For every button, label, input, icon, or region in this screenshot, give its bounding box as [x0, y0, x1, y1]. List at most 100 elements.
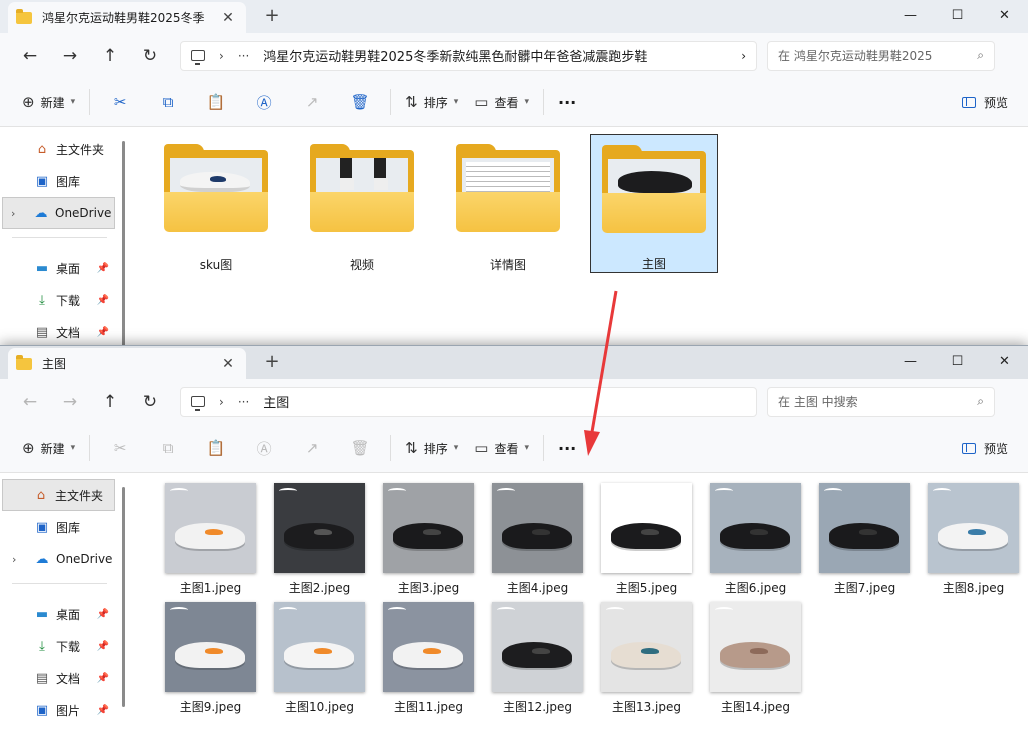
sidebar-item-gallery[interactable]: ▣ 图库: [0, 165, 125, 197]
sidebar-item-downloads[interactable]: ⤓ 下载 📌: [0, 284, 125, 316]
rename-icon[interactable]: Ⓐ: [240, 433, 288, 463]
file-name: 主图7.jpeg: [833, 581, 896, 595]
sort-button[interactable]: ⇅ 排序 ▾: [397, 87, 466, 117]
rename-icon[interactable]: Ⓐ: [240, 87, 288, 117]
search-icon: ⌕: [977, 394, 984, 408]
pin-icon[interactable]: 📌: [97, 673, 109, 684]
image-file-item[interactable]: 主图13.jpeg: [592, 602, 701, 721]
cut-icon[interactable]: ✂: [96, 87, 144, 117]
maximize-button[interactable]: ☐: [934, 346, 981, 376]
paste-icon[interactable]: 📋: [192, 87, 240, 117]
chevron-right-icon[interactable]: ›: [12, 553, 16, 566]
copy-icon[interactable]: ⧉: [144, 87, 192, 117]
image-file-item[interactable]: 主图11.jpeg: [374, 602, 483, 721]
search-input[interactable]: 在 主图 中搜索 ⌕: [767, 386, 995, 417]
minimize-button[interactable]: —: [887, 0, 934, 30]
new-button[interactable]: ⊕ 新建 ▾: [14, 87, 83, 117]
cloud-icon: ☁: [35, 551, 49, 567]
tab-parent-folder[interactable]: 鸿星尔克运动鞋男鞋2025冬季 ✕: [8, 2, 246, 33]
cut-icon[interactable]: ✂: [96, 433, 144, 463]
view-label: 查看: [494, 95, 519, 110]
pin-icon[interactable]: 📌: [97, 263, 109, 274]
brand-logo-icon: [933, 488, 951, 494]
share-icon[interactable]: ↗: [288, 87, 336, 117]
chevron-right-icon[interactable]: ›: [11, 207, 15, 220]
view-button[interactable]: ▭ 查看 ▾: [466, 87, 537, 117]
sidebar-item-pictures[interactable]: ▣ 图片 📌: [0, 694, 125, 726]
image-file-item[interactable]: 主图10.jpeg: [265, 602, 374, 721]
sidebar-item-home[interactable]: ⌂ 主文件夹: [2, 479, 115, 511]
maximize-button[interactable]: ☐: [934, 0, 981, 30]
sidebar-label: 下载: [56, 639, 81, 654]
close-tab-icon[interactable]: ✕: [218, 356, 238, 372]
up-button[interactable]: ↑: [90, 41, 130, 71]
image-file-item[interactable]: 主图3.jpeg: [374, 483, 483, 602]
refresh-button[interactable]: ↻: [130, 387, 170, 417]
close-window-button[interactable]: ✕: [981, 0, 1028, 30]
divider: [89, 435, 91, 461]
folder-item[interactable]: 详情图: [444, 134, 572, 273]
view-button[interactable]: ▭ 查看 ▾: [466, 433, 537, 463]
preview-button[interactable]: 预览: [961, 433, 1008, 463]
share-icon[interactable]: ↗: [288, 433, 336, 463]
image-file-item[interactable]: 主图14.jpeg: [701, 602, 810, 721]
sidebar-item-documents[interactable]: ▤ 文档 📌: [0, 662, 125, 694]
image-file-item[interactable]: 主图8.jpeg: [919, 483, 1028, 602]
up-button[interactable]: ↑: [90, 387, 130, 417]
new-tab-button[interactable]: +: [262, 5, 282, 26]
forward-button[interactable]: →: [50, 41, 90, 71]
delete-icon[interactable]: 🗑: [336, 433, 384, 463]
sidebar-label: 文档: [56, 325, 81, 340]
folder-item[interactable]: 主图: [590, 134, 718, 273]
close-tab-icon[interactable]: ✕: [218, 10, 238, 26]
paste-icon[interactable]: 📋: [192, 433, 240, 463]
sidebar-item-downloads[interactable]: ⤓ 下载 📌: [0, 630, 125, 662]
sort-button[interactable]: ⇅ 排序 ▾: [397, 433, 466, 463]
image-file-item[interactable]: 主图9.jpeg: [156, 602, 265, 721]
file-name: 主图4.jpeg: [506, 581, 569, 595]
image-file-item[interactable]: 主图5.jpeg: [592, 483, 701, 602]
chevron-right-icon[interactable]: ›: [741, 49, 746, 63]
refresh-button[interactable]: ↻: [130, 41, 170, 71]
sidebar-item-desktop[interactable]: ▬ 桌面 📌: [0, 598, 125, 630]
path-overflow-icon[interactable]: ···: [238, 395, 249, 409]
back-button[interactable]: ←: [10, 387, 50, 417]
path-overflow-icon[interactable]: ···: [238, 49, 249, 63]
image-file-item[interactable]: 主图4.jpeg: [483, 483, 592, 602]
close-window-button[interactable]: ✕: [981, 346, 1028, 376]
sidebar-item-documents[interactable]: ▤ 文档 📌: [0, 316, 125, 348]
forward-button[interactable]: →: [50, 387, 90, 417]
new-button[interactable]: ⊕ 新建 ▾: [14, 433, 83, 463]
pin-icon[interactable]: 📌: [97, 641, 109, 652]
image-file-item[interactable]: 主图2.jpeg: [265, 483, 374, 602]
file-name: 主图12.jpeg: [502, 700, 573, 714]
minimize-button[interactable]: —: [887, 346, 934, 376]
pin-icon[interactable]: 📌: [97, 705, 109, 716]
sidebar-item-onedrive[interactable]: › ☁ OneDrive: [2, 197, 115, 229]
folder-item[interactable]: 视频: [298, 134, 426, 273]
folder-item[interactable]: sku图: [152, 134, 280, 273]
more-options-button[interactable]: ···: [550, 433, 584, 463]
image-file-item[interactable]: 主图12.jpeg: [483, 602, 592, 721]
pin-icon[interactable]: 📌: [97, 295, 109, 306]
search-input[interactable]: 在 鸿星尔克运动鞋男鞋2025 ⌕: [767, 40, 995, 71]
sidebar-item-desktop[interactable]: ▬ 桌面 📌: [0, 252, 125, 284]
pin-icon[interactable]: 📌: [97, 609, 109, 620]
sidebar-item-gallery[interactable]: ▣ 图库: [0, 511, 125, 543]
image-file-item[interactable]: 主图1.jpeg: [156, 483, 265, 602]
new-tab-button[interactable]: +: [262, 351, 282, 372]
address-bar[interactable]: › ··· 鸿星尔克运动鞋男鞋2025冬季新款纯黑色耐髒中年爸爸减震跑步鞋 ›: [180, 40, 757, 71]
copy-icon[interactable]: ⧉: [144, 433, 192, 463]
image-file-item[interactable]: 主图6.jpeg: [701, 483, 810, 602]
more-options-button[interactable]: ···: [550, 87, 584, 117]
pin-icon[interactable]: 📌: [97, 327, 109, 338]
address-bar[interactable]: › ··· 主图: [180, 386, 757, 417]
sidebar-item-home[interactable]: ⌂ 主文件夹: [0, 133, 125, 165]
tab-main-images[interactable]: 主图 ✕: [8, 348, 246, 379]
preview-button[interactable]: 预览: [961, 87, 1008, 117]
brand-logo-icon: [606, 607, 624, 613]
image-file-item[interactable]: 主图7.jpeg: [810, 483, 919, 602]
back-button[interactable]: ←: [10, 41, 50, 71]
sidebar-item-onedrive[interactable]: › ☁ OneDrive: [0, 543, 125, 575]
delete-icon[interactable]: 🗑: [336, 87, 384, 117]
